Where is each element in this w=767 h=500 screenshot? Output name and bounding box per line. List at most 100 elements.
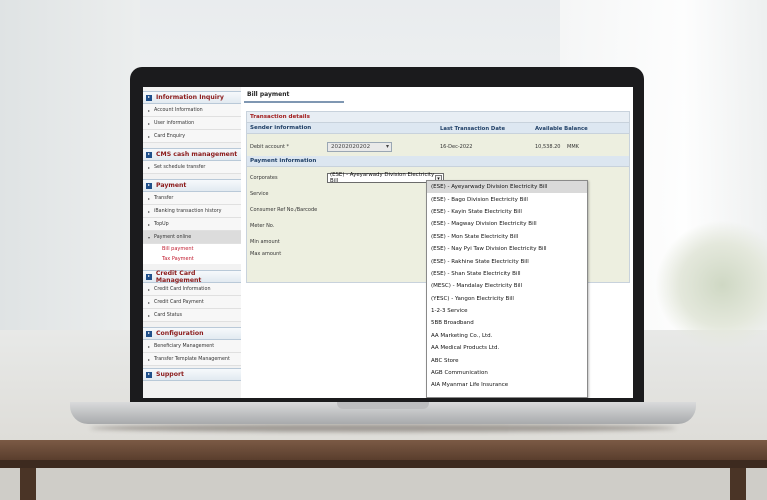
sidebar-item-set-schedule-transfer[interactable]: ▸ Set schedule transfer [143,161,241,174]
sidebar-subitem-bill-payment[interactable]: Bill payment [143,244,241,254]
dropdown-option[interactable]: (ESE) - Magway Division Electricity Bill [427,218,587,230]
dropdown-option[interactable]: AGB Communication [427,367,587,379]
dropdown-option[interactable]: (ESE) - Ayeyarwady Division Electricity … [427,181,587,194]
arrow-icon: ▸ [148,343,151,349]
sidebar-item-label: Card Enquiry [154,133,186,139]
table-leg [20,468,36,500]
dropdown-option[interactable]: (ESE) - Kayin State Electricity Bill [427,206,587,218]
laptop-notch [337,402,429,409]
last-transaction-date: 16-Dec-2022 [440,144,473,150]
background-plant [655,220,767,350]
sidebar-item-label: Payment online [154,234,192,240]
section-title: Support [156,371,184,378]
sidebar: Information Inquiry ▸ Account Information… [143,87,241,398]
expand-icon [146,273,152,280]
section-title: Information Inquiry [156,94,224,101]
corporates-label: Corporates [250,175,278,181]
sidebar-item-label: Account Information [154,107,203,113]
dropdown-option[interactable]: (YESC) - Yangon Electricity Bill [427,293,587,305]
sidebar-item-label: Beneficiary Management [154,343,215,349]
dropdown-option[interactable]: (ESE) - Shan State Electricity Bill [427,268,587,280]
sidebar-subitem-tax-payment[interactable]: Tax Payment [143,254,241,264]
debit-account-value: 20202020202 [331,144,371,150]
dropdown-option[interactable]: 5BB Broadband [427,317,587,329]
table-leg [730,468,746,500]
debit-account-label: Debit account * [250,144,290,150]
sidebar-item-ibanking-history[interactable]: ▸ iBanking transaction history [143,205,241,218]
section-title: Payment [156,182,187,189]
arrow-icon: ▸ [148,299,151,305]
arrow-icon: ▸ [148,107,151,113]
dropdown-option[interactable]: AA Medical Products Ltd. [427,342,587,354]
arrow-down-icon: ▾ [148,234,151,240]
sidebar-item-label: iBanking transaction history [154,208,222,214]
payment-information-title: Payment information [250,158,317,164]
arrow-icon: ▸ [148,164,151,170]
sidebar-item-card-enquiry[interactable]: ▸ Card Enquiry [143,130,241,143]
available-balance-header: Available Balance [535,126,588,132]
sidebar-item-label: User information [154,120,195,126]
dropdown-option[interactable]: (MESC) - Mandalay Electricity Bill [427,280,587,292]
arrow-icon: ▸ [148,120,151,126]
dropdown-option[interactable]: AA Marketing Co., Ltd. [427,330,587,342]
section-title: CMS cash management [156,151,238,158]
payment-information-header: Payment information [247,156,629,167]
sidebar-item-topup[interactable]: ▸ TopUp [143,218,241,231]
dropdown-option[interactable]: 1-2-3 Service [427,305,587,317]
sidebar-item-label: TopUp [154,221,169,227]
expand-icon [146,371,152,378]
arrow-icon: ▸ [148,356,151,362]
dropdown-option[interactable]: (ESE) - Bago Division Electricity Bill [427,193,587,205]
debit-account-select[interactable]: 20202020202 [327,142,392,152]
main-content: Bill payment Transaction details Sender … [244,87,633,398]
section-configuration[interactable]: Configuration [143,327,241,340]
page-title: Bill payment [247,91,290,98]
section-cms-cash-management[interactable]: CMS cash management [143,148,241,161]
table-top [0,440,767,460]
sidebar-item-card-status[interactable]: ▸ Card Status [143,309,241,322]
available-balance: 10,538.20 [535,144,561,150]
corporates-dropdown-list[interactable]: (ESE) - Ayeyarwady Division Electricity … [426,180,588,398]
max-amount-label: Max amount [250,251,282,257]
sidebar-item-label: Transfer [154,195,174,201]
dropdown-option[interactable]: (ESE) - Mon State Electricity Bill [427,231,587,243]
sidebar-item-credit-card-payment[interactable]: ▸ Credit Card Payment [143,296,241,309]
expand-icon [146,182,152,189]
sidebar-item-beneficiary-management[interactable]: ▸ Beneficiary Management [143,340,241,353]
transaction-details-header: Transaction details [247,112,629,123]
last-transaction-date-header: Last Transaction Date [440,126,506,132]
arrow-icon: ▸ [148,208,151,214]
floor [0,468,767,500]
sidebar-item-label: Card Status [154,312,183,318]
sidebar-item-payment-online[interactable]: ▾ Payment online [143,231,241,244]
section-information-inquiry[interactable]: Information Inquiry [143,91,241,104]
sidebar-item-user-information[interactable]: ▸ User information [143,117,241,130]
sidebar-item-transfer-template-management[interactable]: ▸ Transfer Template Management [143,353,241,366]
sidebar-item-label: Credit Card Payment [154,299,204,305]
sidebar-item-credit-card-information[interactable]: ▸ Credit Card Information [143,283,241,296]
dropdown-option[interactable]: ABC Store [427,354,587,366]
dropdown-option[interactable]: (ESE) - Nay Pyi Taw Division Electricity… [427,243,587,255]
sidebar-item-transfer[interactable]: ▸ Transfer [143,192,241,205]
sidebar-item-label: Set schedule transfer [154,164,206,170]
expand-icon [146,94,152,101]
table-edge [0,460,767,468]
dropdown-option[interactable]: AIA Myanmar Life Insurance [427,379,587,391]
arrow-icon: ▸ [148,312,151,318]
background-wall [0,0,140,330]
expand-icon [146,330,152,337]
arrow-icon: ▸ [148,195,151,201]
section-credit-card-management[interactable]: Credit Card Management [143,269,241,284]
arrow-icon: ▸ [148,286,151,292]
dropdown-option[interactable]: (ESE) - Rakhine State Electricity Bill [427,255,587,267]
service-label: Service [250,191,269,197]
arrow-icon: ▸ [148,221,151,227]
sidebar-item-account-information[interactable]: ▸ Account Information [143,104,241,117]
arrow-icon: ▸ [148,133,151,139]
section-title: Credit Card Management [155,269,202,284]
sidebar-item-label: Credit Card Information [154,286,211,292]
section-title: Configuration [156,330,204,337]
section-payment[interactable]: Payment [143,179,241,192]
laptop-shadow [90,424,676,432]
section-support[interactable]: Support [143,368,241,381]
